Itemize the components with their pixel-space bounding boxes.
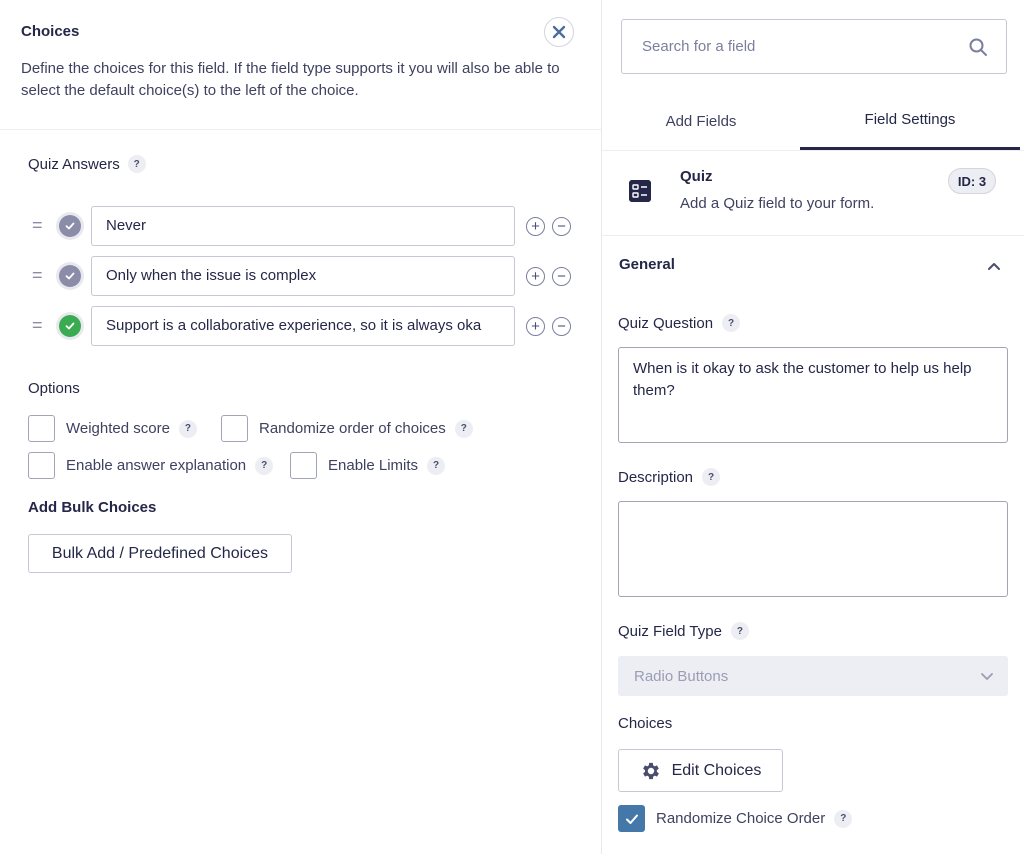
search-icon[interactable] (968, 37, 988, 57)
randomize-order-label: Randomize order of choices (259, 420, 446, 437)
field-description: Add a Quiz field to your form. (680, 195, 875, 212)
enable-limits-checkbox[interactable] (290, 452, 317, 479)
quiz-field-icon (629, 180, 651, 202)
randomize-choice-order-option[interactable]: Randomize Choice Order ? (618, 805, 853, 832)
weighted-score-label: Weighted score (66, 420, 170, 437)
choice-correct-toggle[interactable] (56, 212, 84, 240)
choice-row: = Only when the issue is complex + − (28, 256, 576, 296)
add-choice-button[interactable]: + (526, 217, 545, 236)
choices-title: Choices (21, 23, 80, 40)
help-icon[interactable]: ? (127, 155, 146, 173)
general-section-title[interactable]: General (619, 256, 675, 273)
field-search-input[interactable] (622, 20, 952, 73)
choices-label-text: Choices (618, 715, 673, 732)
answer-explanation-checkbox[interactable] (28, 452, 55, 479)
field-sidebar: Add Fields Field Settings Quiz Add a Qui… (602, 0, 1024, 854)
help-icon[interactable]: ? (730, 622, 749, 640)
description-textarea[interactable] (618, 501, 1008, 597)
tab-field-settings[interactable]: Field Settings (800, 92, 1020, 150)
remove-choice-button[interactable]: − (552, 317, 571, 336)
quiz-question-text: Quiz Question (618, 314, 714, 332)
randomize-choice-order-label: Randomize Choice Order (656, 810, 826, 827)
field-divider (602, 235, 1024, 236)
close-button[interactable] (544, 17, 574, 47)
description-label: Description ? (618, 468, 721, 486)
tab-add-fields[interactable]: Add Fields (602, 92, 800, 150)
choice-row: = Never + − (28, 206, 576, 246)
help-icon[interactable]: ? (427, 456, 446, 475)
quiz-field-type-text: Quiz Field Type (618, 622, 722, 640)
help-icon[interactable]: ? (454, 419, 473, 438)
choices-label: Choices (618, 715, 672, 732)
bulk-add-button[interactable]: Bulk Add / Predefined Choices (28, 534, 292, 573)
drag-handle-icon[interactable]: = (32, 316, 43, 334)
checkmark-icon (625, 814, 638, 824)
field-search (621, 19, 1007, 74)
choice-row: = Support is a collaborative experience,… (28, 306, 576, 346)
description-text: Description (618, 468, 694, 486)
choice-correct-toggle[interactable] (56, 262, 84, 290)
quiz-field-type-label: Quiz Field Type ? (618, 622, 749, 640)
edit-choices-label: Edit Choices (671, 761, 762, 779)
field-id-badge: ID: 3 (948, 168, 996, 194)
help-icon[interactable]: ? (722, 314, 741, 332)
choice-input[interactable]: Only when the issue is complex (91, 256, 515, 296)
quiz-answers-text: Quiz Answers (28, 155, 120, 173)
options-title: Options (28, 380, 80, 397)
chevron-down-icon (981, 673, 993, 680)
choice-input[interactable]: Support is a collaborative experience, s… (91, 306, 515, 346)
answer-explanation-option[interactable]: Enable answer explanation ? (28, 452, 274, 479)
quiz-answers-label: Quiz Answers ? (28, 155, 146, 173)
tab-divider (602, 150, 1024, 151)
help-icon[interactable]: ? (834, 809, 853, 828)
header-divider (0, 129, 601, 130)
choice-correct-toggle[interactable] (56, 312, 84, 340)
quiz-question-label: Quiz Question ? (618, 314, 741, 332)
help-icon[interactable]: ? (702, 468, 721, 486)
add-choice-button[interactable]: + (526, 317, 545, 336)
edit-choices-button[interactable]: Edit Choices (618, 749, 783, 792)
help-icon[interactable]: ? (255, 456, 274, 475)
choices-description: Define the choices for this field. If th… (21, 60, 560, 99)
randomize-order-option[interactable]: Randomize order of choices ? (221, 415, 473, 442)
quiz-field-type-select[interactable]: Radio Buttons (618, 656, 1008, 696)
remove-choice-button[interactable]: − (552, 267, 571, 286)
answer-explanation-label: Enable answer explanation (66, 457, 247, 474)
help-icon[interactable]: ? (178, 419, 197, 438)
bulk-choices-title: Add Bulk Choices (28, 499, 157, 516)
quiz-field-type-value: Radio Buttons (634, 667, 729, 685)
drag-handle-icon[interactable]: = (32, 216, 43, 234)
check-icon (59, 265, 81, 287)
randomize-choice-order-checkbox[interactable] (618, 805, 645, 832)
drag-handle-icon[interactable]: = (32, 266, 43, 284)
field-title: Quiz (680, 168, 713, 185)
weighted-score-checkbox[interactable] (28, 415, 55, 442)
enable-limits-label: Enable Limits (328, 457, 419, 474)
remove-choice-button[interactable]: − (552, 217, 571, 236)
randomize-order-checkbox[interactable] (221, 415, 248, 442)
quiz-question-textarea[interactable]: When is it okay to ask the customer to h… (618, 347, 1008, 443)
weighted-score-option[interactable]: Weighted score ? (28, 415, 197, 442)
gear-icon (642, 762, 659, 779)
close-icon (552, 25, 566, 39)
check-icon (59, 215, 81, 237)
add-choice-button[interactable]: + (526, 267, 545, 286)
enable-limits-option[interactable]: Enable Limits ? (290, 452, 446, 479)
choice-input[interactable]: Never (91, 206, 515, 246)
chevron-up-icon[interactable] (986, 258, 1002, 274)
choices-panel: Choices Define the choices for this fiel… (0, 0, 601, 854)
check-icon (59, 315, 81, 337)
